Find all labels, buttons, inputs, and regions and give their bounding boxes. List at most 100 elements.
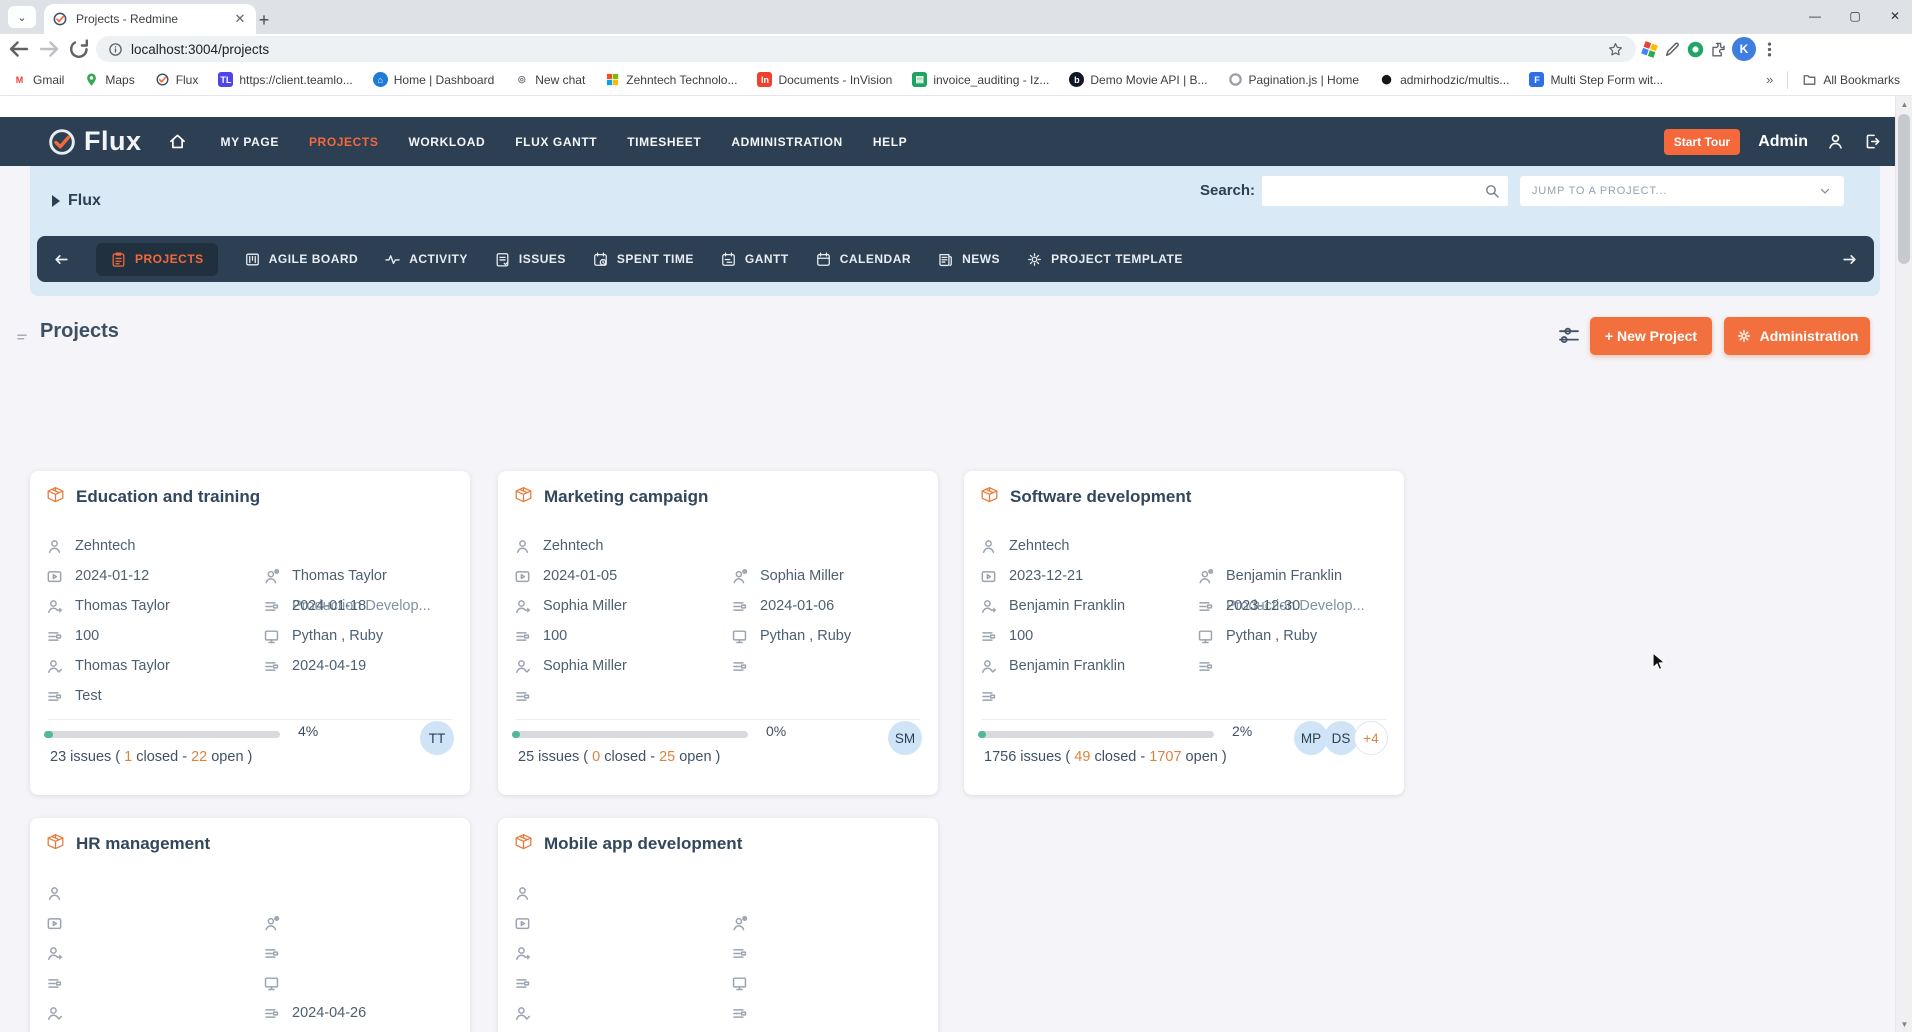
- bookmark-item[interactable]: MGmail: [12, 72, 64, 87]
- flux-logo[interactable]: Flux: [46, 126, 142, 158]
- top-nav-timesheet[interactable]: TIMESHEET: [627, 135, 701, 149]
- bookmark-item[interactable]: FMulti Step Form wit...: [1529, 72, 1663, 87]
- bookmark-item[interactable]: TLhttps://client.teamlo...: [218, 72, 352, 87]
- top-nav-flux-gantt[interactable]: FLUX GANTT: [515, 135, 597, 149]
- forward-icon[interactable]: [36, 36, 62, 62]
- user-icon[interactable]: [1826, 132, 1845, 151]
- monitor-icon: [263, 628, 280, 645]
- logout-icon[interactable]: [1863, 132, 1882, 151]
- profile-avatar[interactable]: K: [1732, 37, 1756, 61]
- scrollbar-up-icon[interactable]: ▲: [1896, 96, 1912, 112]
- url-bar[interactable]: localhost:3004/projects: [96, 36, 1636, 62]
- site-info-icon[interactable]: [108, 42, 123, 57]
- project-card-title[interactable]: Education and training: [44, 485, 260, 508]
- project-nav-calendar[interactable]: CALENDAR: [815, 251, 911, 268]
- new-tab-button[interactable]: +: [252, 8, 276, 32]
- extension-pen-icon[interactable]: [1663, 40, 1682, 59]
- top-nav-my-page[interactable]: MY PAGE: [221, 135, 279, 149]
- project-nav-activity[interactable]: ACTIVITY: [384, 251, 468, 268]
- video-icon: [980, 568, 997, 585]
- bookmark-item[interactable]: ▤invoice_auditing - Iz...: [912, 72, 1049, 87]
- search-input[interactable]: [1262, 176, 1484, 206]
- search-icon[interactable]: [1484, 183, 1500, 199]
- scrollbar-thumb[interactable]: [1898, 114, 1910, 264]
- extension-colorful-icon[interactable]: [1640, 40, 1659, 59]
- project-card[interactable]: Education and trainingZehntech2024-01-12…: [30, 471, 470, 795]
- home-icon[interactable]: [168, 132, 187, 151]
- scrollbar-down-icon[interactable]: ▼: [1896, 1016, 1912, 1032]
- bookmark-item[interactable]: ⌂Home | Dashboard: [373, 72, 495, 87]
- pulse-icon: [384, 251, 401, 268]
- page-scrollbar[interactable]: ▲ ▼: [1895, 96, 1912, 1032]
- browser-tab[interactable]: Projects - Redmine ✕: [44, 4, 256, 34]
- tab-close-icon[interactable]: ✕: [232, 11, 248, 27]
- breadcrumb[interactable]: Flux: [52, 192, 101, 210]
- bookmark-item[interactable]: Maps: [84, 72, 134, 87]
- back-icon[interactable]: [6, 36, 32, 62]
- reload-icon[interactable]: [66, 36, 92, 62]
- project-nav-agile-board[interactable]: AGILE BOARD: [244, 251, 359, 268]
- extension-green-icon[interactable]: [1686, 40, 1705, 59]
- avatar[interactable]: MP: [1294, 721, 1328, 755]
- scroll-right-icon[interactable]: [1841, 251, 1858, 268]
- project-nav-gantt[interactable]: GANTT: [720, 251, 789, 268]
- admin-user-label[interactable]: Admin: [1758, 133, 1808, 151]
- new-project-button[interactable]: + New Project: [1590, 317, 1712, 355]
- bookmark-item[interactable]: Pagination.js | Home: [1228, 72, 1360, 87]
- jump-to-project-select[interactable]: JUMP TO A PROJECT...: [1520, 176, 1844, 206]
- scroll-left-icon[interactable]: [53, 251, 70, 268]
- avatar[interactable]: DS: [1324, 721, 1358, 755]
- project-card-title[interactable]: Software development: [978, 485, 1191, 508]
- project-nav-news[interactable]: NEWS: [937, 251, 1000, 268]
- bookmark-item[interactable]: ◎New chat: [514, 72, 585, 87]
- browser-menu-icon[interactable]: [1760, 40, 1779, 59]
- flux-logo-text: Flux: [84, 126, 142, 157]
- project-card[interactable]: HR management2024-04-2637%8 issues ( 3 c…: [30, 818, 470, 1032]
- bookmarks-overflow-icon[interactable]: »: [1766, 72, 1773, 87]
- top-nav-help[interactable]: HELP: [873, 135, 907, 149]
- card-field-text: Sophia Miller: [760, 568, 844, 584]
- project-card[interactable]: Marketing campaignZehntech2024-01-05Soph…: [498, 471, 938, 795]
- project-card-title[interactable]: HR management: [44, 832, 210, 855]
- project-nav-spent-time[interactable]: SPENT TIME: [592, 251, 694, 268]
- bookmark-item[interactable]: ⬤admirhodzic/multis...: [1379, 72, 1509, 87]
- maximize-button[interactable]: ▢: [1848, 9, 1862, 23]
- card-field-text: 2024-01-12: [75, 568, 149, 584]
- project-nav-projects[interactable]: PROJECTS: [96, 243, 218, 276]
- project-card-title[interactable]: Marketing campaign: [512, 485, 708, 508]
- minimize-button[interactable]: —: [1808, 9, 1822, 23]
- video-icon: [514, 568, 531, 585]
- project-card-title[interactable]: Mobile app development: [512, 832, 742, 855]
- card-field-text: 100: [1009, 628, 1033, 644]
- all-bookmarks-button[interactable]: All Bookmarks: [1802, 72, 1900, 87]
- start-tour-button[interactable]: Start Tour: [1664, 129, 1740, 155]
- project-card[interactable]: Software developmentZehntech2023-12-21Be…: [964, 471, 1404, 795]
- tab-search-button[interactable]: ⌄: [8, 6, 36, 28]
- issues-segment: open ): [207, 749, 252, 765]
- card-field-text: Pythan , Ruby: [292, 628, 383, 644]
- project-card[interactable]: Mobile app development13%22 issues ( 3 c…: [498, 818, 938, 1032]
- top-nav-administration[interactable]: ADMINISTRATION: [731, 135, 843, 149]
- filter-sliders-icon[interactable]: [1556, 324, 1582, 348]
- project-nav-project-template[interactable]: PROJECT TEMPLATE: [1026, 251, 1183, 268]
- avatar[interactable]: +4: [1354, 721, 1388, 755]
- project-nav-issues[interactable]: ISSUES: [494, 251, 566, 268]
- extensions-puzzle-icon[interactable]: [1709, 40, 1728, 59]
- bookmark-star-icon[interactable]: [1607, 41, 1624, 58]
- top-nav-projects[interactable]: PROJECTS: [309, 135, 378, 149]
- card-field-text: 100: [543, 628, 567, 644]
- bookmark-item[interactable]: Flux: [155, 72, 199, 87]
- url-text[interactable]: localhost:3004/projects: [131, 42, 1599, 57]
- administration-button[interactable]: Administration: [1724, 317, 1870, 355]
- bookmark-item[interactable]: InDocuments - InVision: [757, 72, 892, 87]
- bookmark-item[interactable]: bDemo Movie API | B...: [1069, 72, 1207, 87]
- close-button[interactable]: ✕: [1888, 9, 1902, 23]
- card-field-row: Test: [46, 681, 102, 711]
- avatar[interactable]: SM: [888, 721, 922, 755]
- top-nav-workload[interactable]: WORKLOAD: [408, 135, 485, 149]
- bookmark-item[interactable]: Zehntech Technolo...: [605, 72, 737, 87]
- card-field-row: Zehntech: [980, 531, 1069, 561]
- avatar[interactable]: TT: [420, 721, 454, 755]
- card-field-row: [731, 998, 760, 1028]
- tab-title: Projects - Redmine: [76, 12, 224, 26]
